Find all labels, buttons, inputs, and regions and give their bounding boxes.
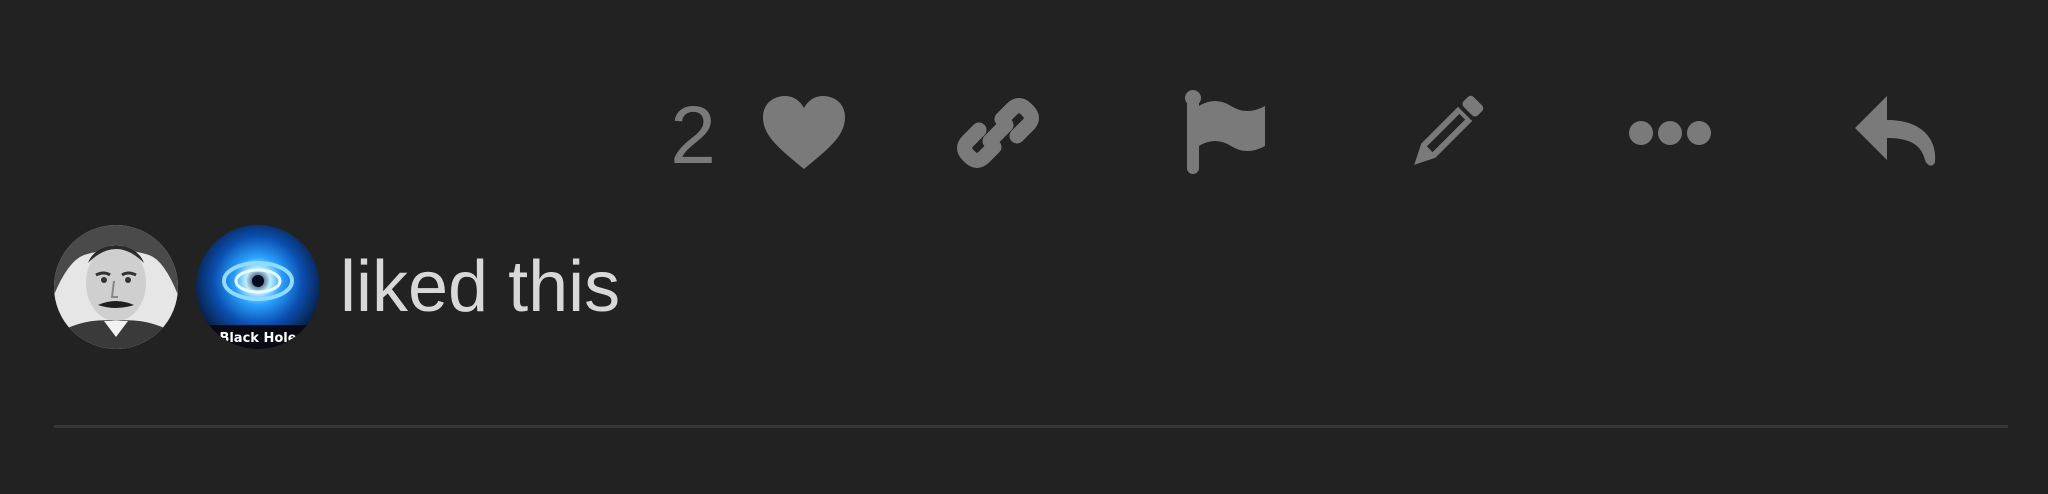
liked-this-label: liked this [340,247,621,327]
link-icon [953,88,1043,178]
user-avatar[interactable]: Black Hole [196,225,320,349]
flag-icon [1179,88,1269,178]
like-button[interactable] [756,78,852,188]
share-link-button[interactable] [950,78,1046,188]
reply-icon [1851,88,1941,178]
avatar-caption: Black Hole [219,331,296,346]
post-footer: 2 Black Hole liked this [0,0,2048,494]
heart-icon [759,93,849,173]
post-actions-bar: 2 [0,78,2048,188]
divider [54,425,2008,428]
edit-button[interactable] [1398,78,1494,188]
more-icon [1625,118,1715,148]
reply-button[interactable] [1848,78,1944,188]
user-avatar[interactable] [54,225,178,349]
more-options-button[interactable] [1622,78,1718,188]
flag-button[interactable] [1176,78,1272,188]
like-count[interactable]: 2 [668,95,718,177]
pencil-icon [1401,88,1491,178]
liked-by-row: Black Hole liked this [54,222,620,352]
